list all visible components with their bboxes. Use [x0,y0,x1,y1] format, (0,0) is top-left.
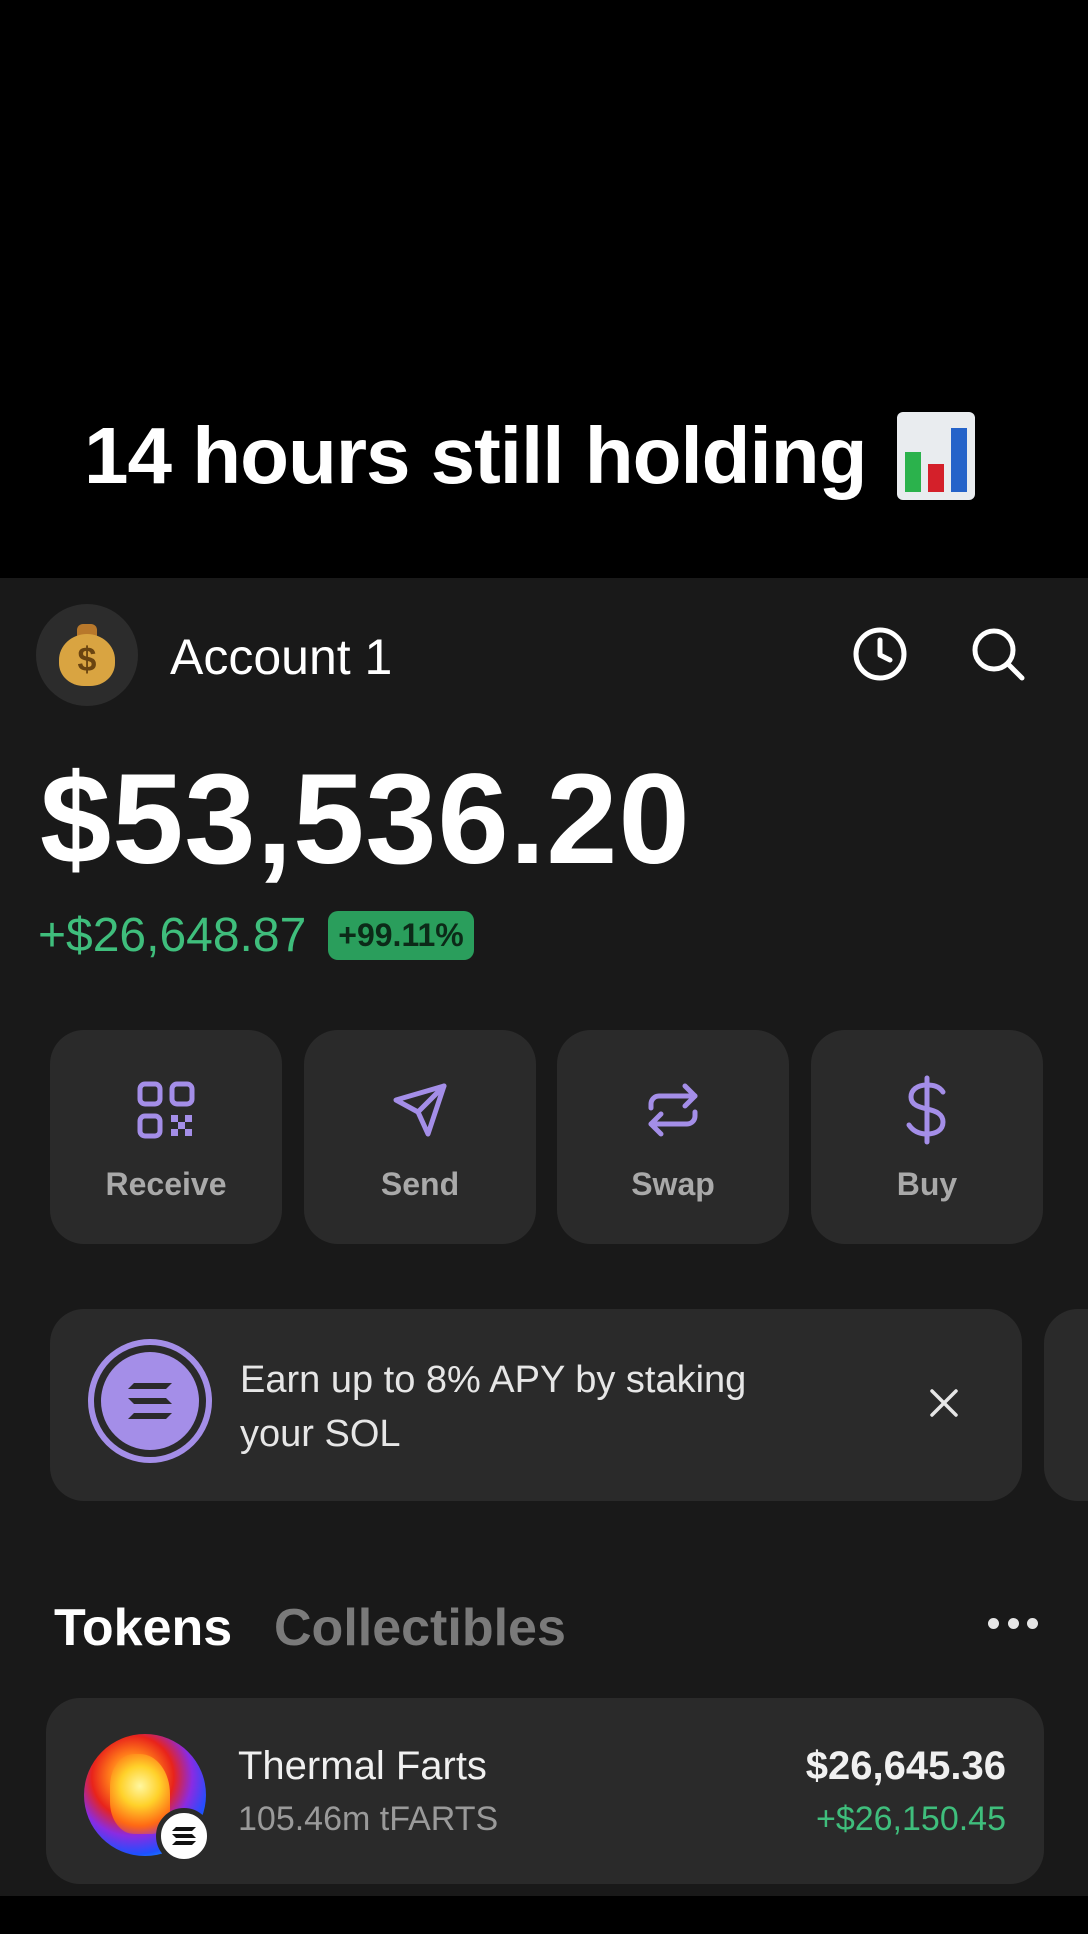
promo-text-line2: your SOL [240,1413,401,1455]
token-amount: 105.46m tFARTS [238,1800,499,1838]
balance-change-value: +$26,648.87 [38,909,307,962]
swap-icon [637,1074,709,1146]
account-avatar[interactable]: $ [36,604,138,706]
video-caption: 14 hours still holding [84,410,975,502]
close-icon[interactable] [922,1381,966,1425]
promo-text: Earn up to 8% APY by staking your SOL [240,1353,800,1461]
search-icon[interactable] [966,622,1030,686]
receive-button[interactable]: Receive [50,1030,282,1244]
promo-text-line1: Earn up to 8% APY by staking [240,1359,747,1401]
token-change: +$26,150.45 [815,1800,1006,1838]
dollar-icon [891,1074,963,1146]
account-name[interactable]: Account 1 [170,628,392,686]
token-value: $26,645.36 [805,1744,1006,1788]
send-button[interactable]: Send [304,1030,536,1244]
money-bag-icon: $ [59,624,115,686]
staking-promo-card[interactable]: Earn up to 8% APY by staking your SOL [50,1309,1022,1501]
qr-code-icon [130,1074,202,1146]
bottom-bar [0,1896,1088,1934]
bar-chart-emoji-icon [896,412,975,500]
wallet-screen: $ Account 1 $53,536.20 +$26,648.87 +99.1… [0,578,1088,1896]
solana-chain-badge-icon [156,1808,212,1864]
swap-button[interactable]: Swap [557,1030,789,1244]
balance-change-row: +$26,648.87 +99.11% [38,908,474,963]
more-options-icon[interactable] [988,1613,1038,1633]
swap-label: Swap [631,1166,715,1202]
caption-text: 14 hours still holding [84,411,867,500]
tab-collectibles[interactable]: Collectibles [274,1598,566,1658]
buy-button[interactable]: Buy [811,1030,1043,1244]
balance-change-percent-badge: +99.11% [328,911,474,960]
clock-icon[interactable] [848,622,912,686]
tab-tokens[interactable]: Tokens [54,1598,232,1658]
token-name: Thermal Farts [238,1744,487,1788]
total-balance: $53,536.20 [40,748,691,891]
next-promo-card-peek[interactable] [1044,1309,1088,1501]
token-row[interactable]: Thermal Farts 105.46m tFARTS $26,645.36 … [46,1698,1044,1884]
solana-icon [88,1339,212,1463]
send-label: Send [380,1166,460,1202]
buy-label: Buy [896,1166,958,1202]
receive-label: Receive [105,1166,227,1202]
send-icon [384,1074,456,1146]
video-caption-area: 14 hours still holding [0,0,1088,578]
